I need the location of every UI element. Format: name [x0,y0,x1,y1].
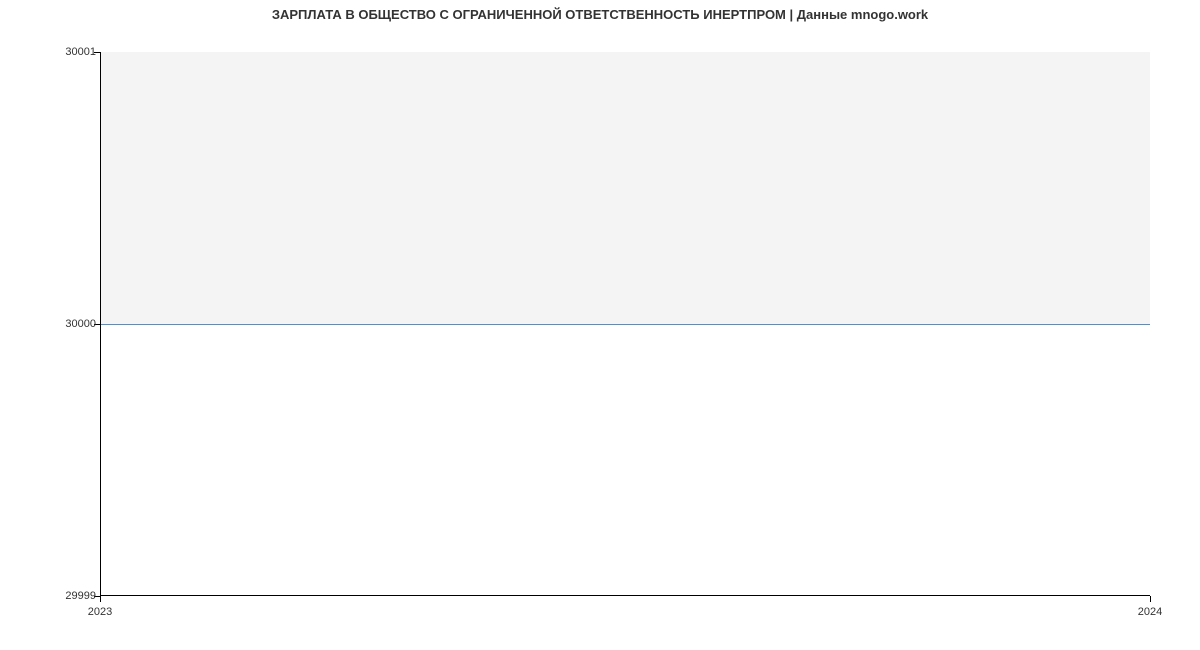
x-tick-label: 2023 [88,606,112,618]
data-line [101,324,1150,325]
x-tick [1150,596,1151,602]
salary-chart: ЗАРПЛАТА В ОБЩЕСТВО С ОГРАНИЧЕННОЙ ОТВЕТ… [0,0,1200,650]
x-tick [100,596,101,602]
y-tick-label: 30001 [65,46,96,58]
fill-area [101,52,1150,324]
x-tick-label: 2024 [1138,606,1162,618]
plot-area [100,52,1150,596]
y-tick-label: 30000 [65,318,96,330]
y-tick-label: 29999 [65,590,96,602]
chart-title: ЗАРПЛАТА В ОБЩЕСТВО С ОГРАНИЧЕННОЙ ОТВЕТ… [0,7,1200,22]
